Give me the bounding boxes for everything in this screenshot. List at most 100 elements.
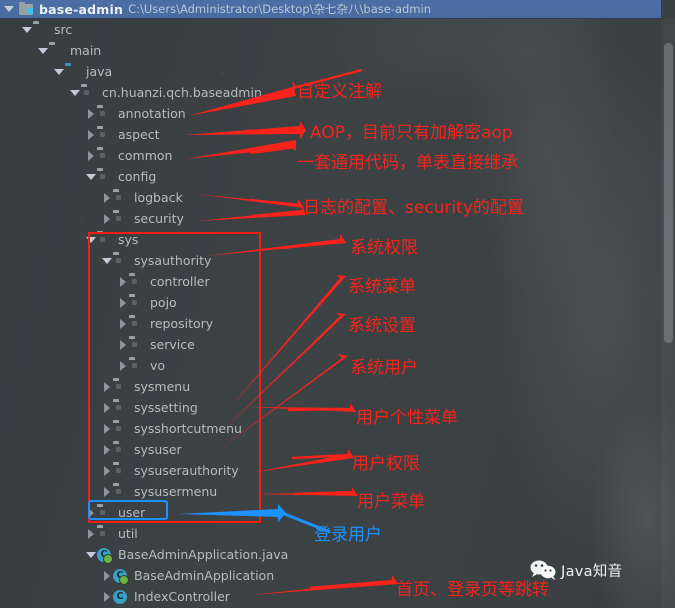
chevron-down-icon[interactable]	[52, 68, 65, 75]
chevron-down-icon[interactable]	[100, 257, 113, 264]
tree-row-label: sysshortcutmenu	[134, 421, 242, 436]
tree-row-pojo[interactable]: pojo	[0, 292, 661, 313]
chevron-right-icon[interactable]	[116, 339, 129, 350]
wechat-icon	[528, 558, 558, 582]
tree-row-sysauthority[interactable]: sysauthority	[0, 250, 661, 271]
annotation-text: 一套通用代码，单表直接继承	[297, 153, 518, 173]
tree-row-main[interactable]: main	[0, 40, 661, 61]
tree-row-syssetting[interactable]: syssetting	[0, 397, 661, 418]
tree-row-label: pojo	[150, 295, 177, 310]
chevron-right-icon[interactable]	[116, 276, 129, 287]
vertical-scrollbar-track[interactable]	[661, 19, 675, 608]
annotation-text: 首页、登录页等跳转	[396, 580, 549, 600]
package-icon	[97, 233, 113, 247]
watermark: Java知音	[528, 558, 622, 582]
annotation-text: 用户个性菜单	[356, 408, 458, 428]
tree-row-label: sysauthority	[134, 253, 212, 268]
spring-class-icon: C	[97, 547, 113, 564]
chevron-right-icon[interactable]	[100, 192, 113, 203]
chevron-right-icon[interactable]	[100, 402, 113, 413]
package-icon	[113, 380, 129, 394]
tree-row-label: IndexController	[134, 589, 230, 604]
chevron-right-icon[interactable]	[100, 570, 113, 581]
chevron-right-icon[interactable]	[84, 129, 97, 140]
chevron-right-icon[interactable]	[84, 150, 97, 161]
chevron-right-icon[interactable]	[100, 381, 113, 392]
folder-icon	[49, 44, 65, 58]
annotation-text: 用户权限	[352, 454, 420, 474]
spring-class-icon: C	[113, 568, 129, 585]
tree-row-src[interactable]: src	[0, 19, 661, 40]
tree-row-label: cn.huanzi.qch.baseadmin	[102, 85, 262, 100]
package-icon	[113, 401, 129, 415]
tree-row-label: service	[150, 337, 195, 352]
package-icon	[97, 107, 113, 121]
tree-row-sys[interactable]: sys	[0, 229, 661, 250]
chevron-down-icon[interactable]	[84, 551, 97, 558]
chevron-down-icon[interactable]	[84, 236, 97, 243]
tree-row-label: main	[70, 43, 102, 58]
package-icon	[129, 275, 145, 289]
project-tree[interactable]: src main java cn.huanzi.qch.baseadmin annota…	[0, 19, 661, 607]
project-titlebar[interactable]: base-admin C:\Users\Administrator\Deskto…	[0, 0, 661, 19]
chevron-right-icon[interactable]	[100, 486, 113, 497]
annotation-text: 系统设置	[348, 316, 416, 336]
tree-row-label: src	[54, 22, 73, 37]
vertical-scrollbar-thumb[interactable]	[664, 43, 673, 343]
tree-row-label: sysusermenu	[134, 484, 218, 499]
annotation-text: 登录用户	[314, 525, 382, 545]
tree-row-label: sysmenu	[134, 379, 191, 394]
module-folder-icon	[19, 2, 34, 15]
tree-row-sysmenu[interactable]: sysmenu	[0, 376, 661, 397]
chevron-right-icon[interactable]	[116, 318, 129, 329]
annotation-text: 日志的配置、security的配置	[303, 198, 524, 218]
tree-row-indexcontroller[interactable]: C IndexController	[0, 586, 661, 607]
tree-row-sysshortcutmenu[interactable]: sysshortcutmenu	[0, 418, 661, 439]
chevron-right-icon[interactable]	[116, 297, 129, 308]
annotation-text: 系统权限	[350, 238, 418, 258]
package-icon	[129, 338, 145, 352]
tree-row-label: controller	[150, 274, 210, 289]
annotation-text: 用户菜单	[357, 492, 425, 512]
tree-row-sysuserauthority[interactable]: sysuserauthority	[0, 460, 661, 481]
tree-row-label: syssetting	[134, 400, 198, 415]
chevron-right-icon[interactable]	[84, 507, 97, 518]
tree-row-label: logback	[134, 190, 183, 205]
chevron-right-icon[interactable]	[100, 213, 113, 224]
annotation-text: 系统菜单	[348, 277, 416, 297]
tree-row-label: security	[134, 211, 184, 226]
package-icon	[113, 191, 129, 205]
project-path: C:\Users\Administrator\Desktop\杂七杂八\base…	[128, 2, 431, 16]
chevron-right-icon[interactable]	[100, 423, 113, 434]
chevron-right-icon[interactable]	[100, 465, 113, 476]
annotation-text: 系统用户	[350, 358, 418, 378]
chevron-right-icon[interactable]	[84, 528, 97, 539]
package-icon	[97, 170, 113, 184]
tree-row-repository[interactable]: repository	[0, 313, 661, 334]
chevron-down-icon[interactable]	[20, 26, 33, 33]
tree-row-label: java	[86, 64, 113, 79]
tree-row-label: user	[118, 505, 146, 520]
tree-row-sysusermenu[interactable]: sysusermenu	[0, 481, 661, 502]
tree-row-sysuser[interactable]: sysuser	[0, 439, 661, 460]
package-icon	[129, 296, 145, 310]
chevron-down-icon[interactable]	[68, 89, 81, 96]
tree-row-label: repository	[150, 316, 214, 331]
chevron-right-icon[interactable]	[100, 591, 113, 602]
chevron-down-icon[interactable]	[84, 173, 97, 180]
package-icon	[129, 359, 145, 373]
chevron-down-icon[interactable]	[4, 6, 14, 12]
tree-row-controller[interactable]: controller	[0, 271, 661, 292]
tree-row-service[interactable]: service	[0, 334, 661, 355]
chevron-right-icon[interactable]	[116, 360, 129, 371]
chevron-right-icon[interactable]	[100, 444, 113, 455]
tree-row-vo[interactable]: vo	[0, 355, 661, 376]
source-root-icon	[65, 65, 81, 79]
chevron-down-icon[interactable]	[36, 47, 49, 54]
chevron-right-icon[interactable]	[84, 108, 97, 119]
watermark-label: Java知音	[561, 563, 623, 580]
package-icon	[97, 527, 113, 541]
tree-row-label: BaseAdminApplication.java	[118, 547, 289, 562]
tree-row-label: aspect	[118, 127, 160, 142]
class-icon: C	[113, 589, 129, 604]
